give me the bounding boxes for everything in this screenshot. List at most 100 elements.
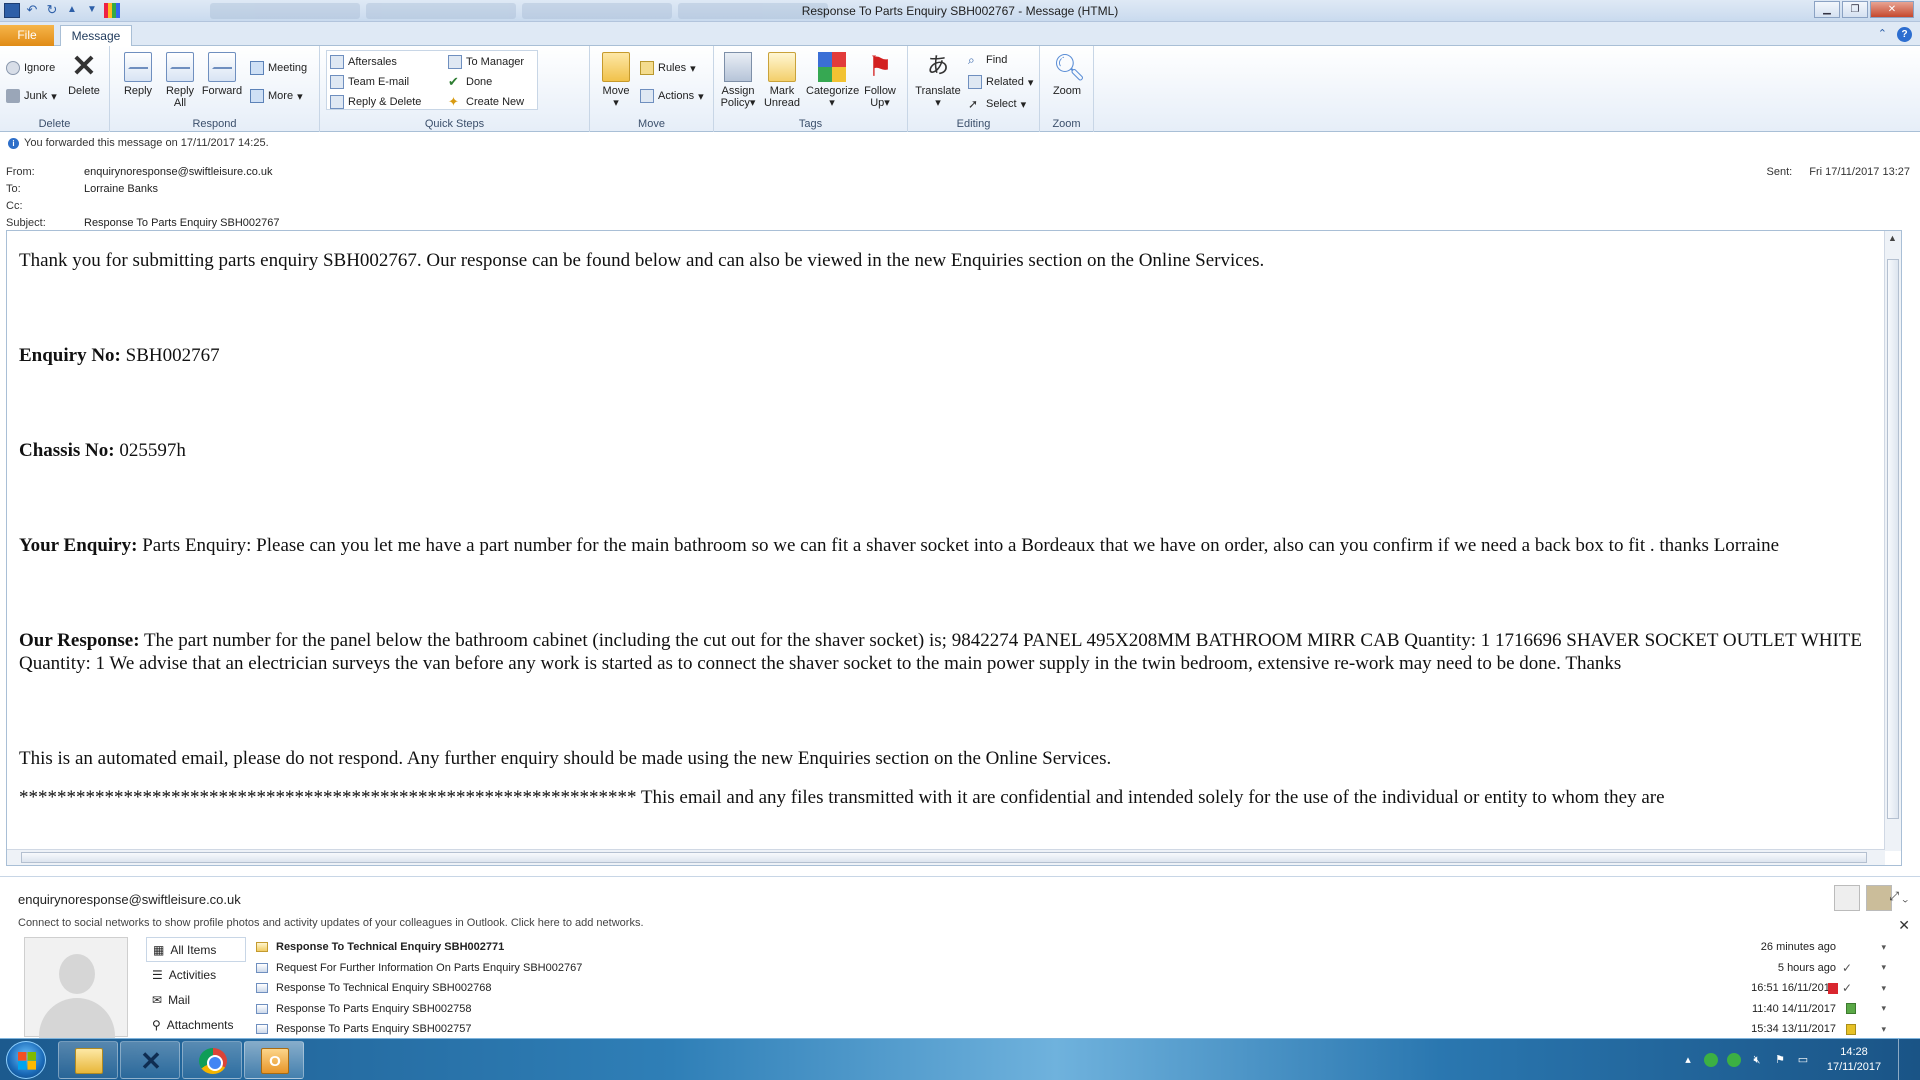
read-mail-icon bbox=[256, 962, 268, 973]
nav-mail[interactable]: ✉ Mail bbox=[146, 987, 246, 1012]
restore-button[interactable]: ❐ bbox=[1842, 1, 1868, 18]
mail-icon: ✉ bbox=[152, 992, 163, 1007]
junk-button[interactable]: Junk ▾ bbox=[6, 88, 57, 104]
assign-policy-button[interactable]: Assign Policy▾ bbox=[716, 52, 760, 109]
categorize-icon bbox=[818, 52, 846, 82]
ignore-button[interactable]: Ignore bbox=[6, 60, 55, 76]
taskbar-outlook[interactable]: O bbox=[244, 1041, 304, 1079]
expand-pane-icon[interactable]: ⤢ ⌄ bbox=[1889, 889, 1908, 904]
category-marker bbox=[1828, 982, 1838, 994]
assign-label-1: Assign bbox=[721, 85, 755, 97]
completed-check-icon[interactable]: ✓ bbox=[1842, 981, 1852, 995]
item-menu-icon[interactable]: ▾ bbox=[1881, 983, 1886, 994]
subject-label: Subject: bbox=[6, 217, 46, 229]
forward-button[interactable]: Forward bbox=[200, 52, 244, 97]
mark-label-1: Mark bbox=[769, 85, 795, 97]
delete-icon: ✕ bbox=[71, 50, 97, 83]
help-icon[interactable]: ? bbox=[1897, 27, 1912, 42]
your-enquiry-line: Your Enquiry: Parts Enquiry: Please can … bbox=[19, 534, 1887, 557]
close-social-prompt-icon[interactable]: ✕ bbox=[1898, 917, 1910, 934]
reply-button[interactable]: Reply bbox=[116, 52, 160, 97]
subject-value: Response To Parts Enquiry SBH002767 bbox=[84, 217, 280, 229]
display-icon[interactable]: ▭ bbox=[1796, 1053, 1810, 1067]
list-item[interactable]: Response To Parts Enquiry SBH002758 11:4… bbox=[256, 999, 1896, 1020]
ribbon-right-controls: ⌃ ? bbox=[1878, 27, 1912, 42]
quick-step-done[interactable]: ✔ Done bbox=[448, 74, 492, 90]
list-item[interactable]: Response To Technical Enquiry SBH002771 … bbox=[256, 937, 1896, 958]
item-menu-icon[interactable]: ▾ bbox=[1881, 1024, 1886, 1035]
group-label-respond: Respond bbox=[192, 118, 237, 130]
network-status-icon[interactable] bbox=[1727, 1053, 1741, 1067]
minimize-button[interactable]: ▁ bbox=[1814, 1, 1840, 18]
quick-step-to-manager[interactable]: To Manager bbox=[448, 54, 524, 70]
zoom-button[interactable]: 🔍︎ Zoom bbox=[1045, 52, 1089, 97]
horizontal-scrollbar[interactable] bbox=[7, 849, 1885, 865]
scroll-thumb[interactable] bbox=[1887, 259, 1899, 819]
move-button[interactable]: Move ▾ bbox=[594, 52, 638, 109]
start-button[interactable] bbox=[6, 1041, 46, 1079]
person-icon[interactable] bbox=[1834, 885, 1860, 911]
nav-activities[interactable]: ☰ Activities bbox=[146, 962, 246, 987]
disclaimer: ****************************************… bbox=[19, 787, 1665, 808]
actions-button[interactable]: Actions ▾ bbox=[640, 88, 704, 104]
taskbar-chrome[interactable] bbox=[182, 1041, 242, 1079]
read-mail-icon bbox=[256, 1024, 268, 1035]
quick-step-aftersales[interactable]: Aftersales bbox=[330, 54, 397, 70]
meeting-button[interactable]: Meeting bbox=[250, 60, 307, 76]
related-button[interactable]: Related ▾ bbox=[968, 74, 1033, 90]
group-quick-steps: Aftersales Team E-mail Reply & Delete To… bbox=[320, 46, 590, 132]
taskbar-explorer[interactable] bbox=[58, 1041, 118, 1079]
mark-label-2: Unread bbox=[763, 97, 801, 109]
translate-button[interactable]: あ Translate ▾ bbox=[912, 52, 964, 109]
meeting-icon bbox=[250, 61, 264, 75]
social-networks-prompt[interactable]: Connect to social networks to show profi… bbox=[18, 917, 644, 929]
close-button[interactable]: ✕ bbox=[1870, 1, 1914, 18]
mark-unread-button[interactable]: Mark Unread bbox=[760, 52, 804, 109]
select-button[interactable]: ➚ Select ▾ bbox=[968, 96, 1026, 112]
forward-icon bbox=[208, 52, 236, 82]
volume-muted-icon[interactable]: 🔇︎ bbox=[1750, 1053, 1764, 1067]
action-center-flag-icon[interactable]: ⚑ bbox=[1773, 1053, 1787, 1067]
scroll-up-icon[interactable]: ▲ bbox=[1885, 231, 1900, 245]
find-button[interactable]: ⌕ Find bbox=[968, 52, 1007, 68]
from-value[interactable]: enquirynoresponse@swiftleisure.co.uk bbox=[84, 166, 272, 178]
list-item[interactable]: Response To Technical Enquiry SBH002768 … bbox=[256, 978, 1896, 999]
list-item[interactable]: Response To Parts Enquiry SBH002757 15:3… bbox=[256, 1019, 1896, 1040]
more-button[interactable]: More ▾ bbox=[250, 88, 303, 104]
show-hidden-icons-icon[interactable]: ▴ bbox=[1681, 1053, 1695, 1067]
list-item[interactable]: Request For Further Information On Parts… bbox=[256, 958, 1896, 979]
nav-attachments[interactable]: ⚲ Attachments bbox=[146, 1012, 246, 1037]
follow-up-button[interactable]: ⚑ Follow Up▾ bbox=[858, 52, 902, 110]
categorize-button[interactable]: Categorize ▾ bbox=[806, 52, 859, 109]
clock[interactable]: 14:28 17/11/2017 bbox=[1819, 1045, 1889, 1075]
item-menu-icon[interactable]: ▾ bbox=[1881, 942, 1886, 953]
message-body[interactable]: Thank you for submitting parts enquiry S… bbox=[6, 230, 1902, 866]
reply-all-label-1: Reply bbox=[165, 85, 195, 97]
quick-step-create-new[interactable]: ✦ Create New bbox=[448, 94, 524, 110]
rules-button[interactable]: Rules ▾ bbox=[640, 60, 696, 76]
tab-file[interactable]: File bbox=[0, 25, 54, 46]
quick-step-reply-delete[interactable]: Reply & Delete bbox=[330, 94, 421, 110]
people-pane: enquirynoresponse@swiftleisure.co.uk Con… bbox=[0, 876, 1920, 1038]
quick-step-team-email[interactable]: Team E-mail bbox=[330, 74, 409, 90]
completed-check-icon[interactable]: ✓ bbox=[1842, 961, 1852, 975]
translate-icon: あ bbox=[926, 54, 949, 79]
to-value[interactable]: Lorraine Banks bbox=[84, 183, 158, 195]
status-icon[interactable] bbox=[1704, 1053, 1718, 1067]
item-menu-icon[interactable]: ▾ bbox=[1881, 1003, 1886, 1014]
window-title: Response To Parts Enquiry SBH002767 - Me… bbox=[801, 4, 1119, 18]
nav-all-items[interactable]: ▦ All Items bbox=[146, 937, 246, 962]
minimize-ribbon-icon[interactable]: ⌃ bbox=[1878, 27, 1887, 42]
item-subject: Response To Technical Enquiry SBH002771 bbox=[276, 941, 505, 954]
vertical-scrollbar[interactable]: ▲ bbox=[1884, 231, 1901, 851]
activities-icon: ☰ bbox=[152, 967, 163, 982]
people-pane-email[interactable]: enquirynoresponse@swiftleisure.co.uk bbox=[18, 892, 241, 907]
group-label-move: Move bbox=[638, 118, 665, 130]
reply-all-button[interactable]: Reply All bbox=[158, 52, 202, 109]
taskbar-app[interactable]: ✕ bbox=[120, 1041, 180, 1079]
delete-button[interactable]: ✕ Delete bbox=[62, 50, 106, 98]
item-menu-icon[interactable]: ▾ bbox=[1881, 962, 1886, 973]
horizontal-scroll-thumb[interactable] bbox=[21, 852, 1867, 863]
show-desktop-button[interactable] bbox=[1898, 1039, 1910, 1080]
tab-message[interactable]: Message bbox=[60, 25, 132, 47]
